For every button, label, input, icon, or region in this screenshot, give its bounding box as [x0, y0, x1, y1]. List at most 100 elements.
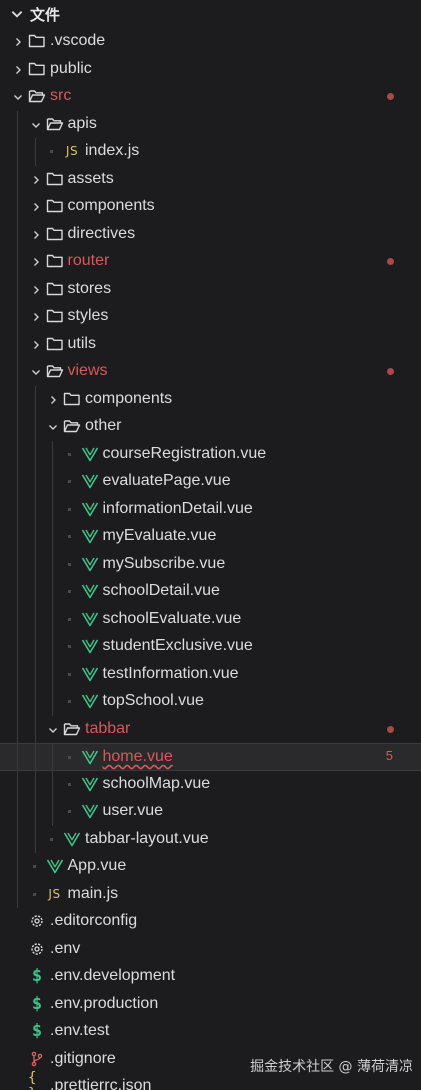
tree-folder[interactable]: components [0, 193, 421, 221]
tree-file[interactable]: JS main.js [0, 880, 421, 908]
tree-folder[interactable]: .vscode [0, 28, 421, 56]
tree-folder[interactable]: stores [0, 275, 421, 303]
tree-item-label: .vscode [50, 32, 106, 49]
leaf-marker [67, 480, 71, 483]
chevron-right-icon[interactable] [30, 173, 42, 185]
tree-item-label: .env.test [50, 1022, 110, 1039]
indent-guide [52, 744, 53, 770]
tree-file[interactable]: .env [0, 936, 421, 964]
indent-guide [52, 468, 53, 496]
tree-file[interactable]: schoolMap.vue [0, 770, 421, 798]
gear-icon [28, 941, 46, 957]
leaf-marker [67, 672, 71, 676]
tree-file[interactable]: schoolEvaluate.vue [0, 605, 421, 633]
tree-file[interactable]: schoolDetail.vue [0, 578, 421, 606]
chevron-right-icon[interactable] [30, 255, 42, 267]
tree-folder[interactable]: assets [0, 165, 421, 193]
leaf-marker [67, 452, 71, 456]
tree-item-label: components [85, 389, 173, 407]
modified-dot [387, 368, 394, 375]
chevron-right-icon[interactable] [47, 393, 59, 405]
chevron-right-icon[interactable] [30, 338, 42, 350]
indent-guide [17, 550, 18, 578]
indent-guide [34, 550, 36, 578]
folder-icon [46, 116, 64, 132]
chevron-right-icon[interactable] [30, 200, 42, 212]
tree-item-label: .env [50, 939, 81, 957]
explorer-header[interactable]: 文件 [0, 0, 421, 28]
indent-guide [34, 495, 36, 523]
leaf-marker [32, 892, 36, 896]
tree-file[interactable]: $ .env.test [0, 1018, 421, 1046]
indent-guide [17, 523, 18, 551]
tree-folder[interactable]: tabbar [0, 715, 421, 743]
chevron-right-icon[interactable] [12, 35, 24, 47]
tree-item-label: informationDetail.vue [102, 499, 253, 517]
indent-guide [17, 220, 18, 248]
indent-guide [17, 303, 18, 331]
vue-file-icon [81, 749, 99, 765]
tree-folder[interactable]: src [0, 83, 421, 111]
chevron-right-icon[interactable] [30, 228, 42, 240]
tree-folder[interactable]: utils [0, 330, 421, 358]
problem-count-badge: 5 [385, 748, 393, 763]
tree-item-label: other [85, 417, 122, 434]
tree-folder[interactable]: views [0, 358, 421, 386]
tree-file[interactable]: myEvaluate.vue [0, 523, 421, 551]
vue-file-icon [81, 638, 99, 654]
tree-file[interactable]: testInformation.vue [0, 660, 421, 688]
tree-folder[interactable]: apis [0, 110, 421, 138]
tree-file[interactable]: $ .env.production [0, 991, 421, 1019]
folder-icon [46, 281, 64, 297]
tree-file[interactable]: topSchool.vue [0, 688, 421, 716]
tree-folder[interactable]: directives [0, 220, 421, 248]
chevron-right-icon[interactable] [12, 63, 24, 75]
tree-item-label: tabbar-layout.vue [85, 829, 209, 847]
tree-file[interactable]: $ .env.development [0, 963, 421, 991]
tree-file[interactable]: informationDetail.vue [0, 495, 421, 523]
folder-icon [46, 336, 64, 352]
tree-file[interactable]: user.vue [0, 798, 421, 826]
vue-file-icon [81, 693, 99, 709]
tree-item-label: .gitignore [50, 1049, 116, 1067]
git-branch-icon [28, 1051, 46, 1067]
tree-file[interactable]: .editorconfig [0, 908, 421, 936]
chevron-down-icon[interactable] [47, 723, 59, 735]
tree-file[interactable]: home.vue 5 [0, 743, 421, 771]
indent-guide [34, 578, 36, 606]
tree-file[interactable]: courseRegistration.vue [0, 440, 421, 468]
tree-item-label: App.vue [67, 857, 127, 874]
tree-file[interactable]: mySubscribe.vue [0, 550, 421, 578]
indent-guide [17, 385, 18, 413]
indent-guide [34, 468, 36, 496]
tree-folder[interactable]: styles [0, 303, 421, 331]
chevron-down-icon[interactable] [30, 118, 42, 130]
indent-guide [17, 248, 18, 276]
chevron-down-icon [11, 11, 23, 18]
chevron-down-icon[interactable] [12, 90, 24, 102]
indent-guide [52, 495, 53, 523]
leaf-marker [32, 865, 36, 868]
chevron-down-icon[interactable] [30, 365, 42, 377]
tree-folder[interactable]: components [0, 385, 421, 413]
chevron-right-icon[interactable] [30, 310, 42, 322]
vue-file-icon [81, 776, 99, 792]
tree-file[interactable]: App.vue [0, 853, 421, 881]
tree-folder[interactable]: public [0, 56, 421, 84]
indent-guide [17, 798, 18, 826]
folder-icon [46, 253, 64, 269]
indent-guide [17, 330, 18, 358]
tree-file[interactable]: tabbar-layout.vue [0, 825, 421, 853]
file-tree: .vscode public src apis JS index.js assets comp… [0, 28, 421, 1090]
chevron-right-icon[interactable] [30, 283, 42, 295]
tree-file[interactable]: studentExclusive.vue [0, 633, 421, 661]
tree-folder[interactable]: other [0, 413, 421, 441]
tree-folder[interactable]: router [0, 248, 421, 276]
chevron-down-icon[interactable] [47, 420, 59, 432]
indent-guide [17, 413, 18, 441]
vue-file-icon [81, 556, 99, 572]
tree-file[interactable]: evaluatePage.vue [0, 468, 421, 496]
tree-file[interactable]: JS index.js [0, 138, 421, 166]
tree-item-label: directives [67, 224, 136, 242]
indent-guide [34, 825, 36, 853]
